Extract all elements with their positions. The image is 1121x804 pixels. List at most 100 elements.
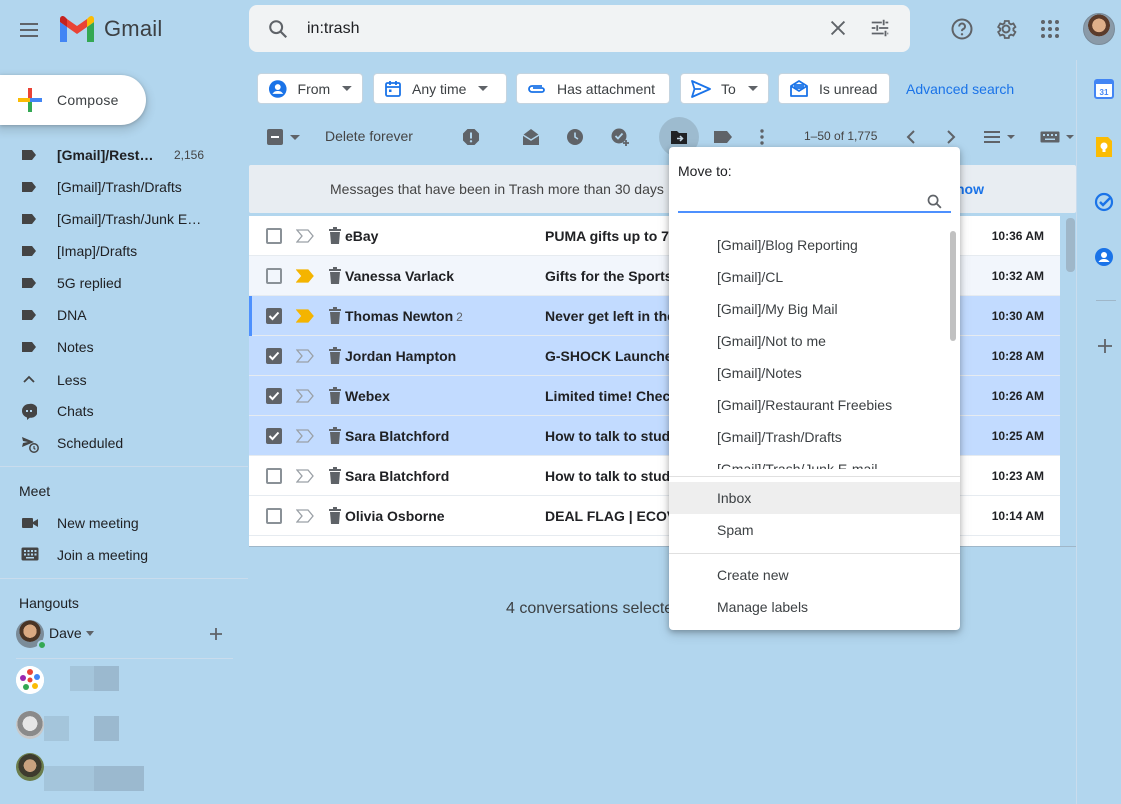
filter-any-time-chip[interactable]: Any time — [373, 73, 507, 104]
move-option-label[interactable]: [Gmail]/Trash/Junk E-mail — [717, 461, 878, 469]
hangouts-user-menu[interactable]: Dave — [49, 625, 94, 641]
hangouts-contact-avatar[interactable] — [16, 666, 44, 694]
message-checkbox[interactable] — [266, 468, 282, 484]
move-to-search-input[interactable] — [678, 189, 918, 211]
message-checkbox[interactable] — [266, 388, 282, 404]
sidebar-less-toggle[interactable]: Less — [0, 364, 240, 396]
filter-is-unread-chip[interactable]: Is unread — [778, 73, 890, 104]
move-option-label[interactable]: [Gmail]/Blog Reporting — [717, 237, 858, 253]
delete-forever-button[interactable]: Delete forever — [325, 128, 413, 144]
search-options-icon[interactable] — [869, 17, 891, 39]
sidebar-label-imap-drafts[interactable]: [Imap]/Drafts — [0, 235, 240, 267]
input-tools-toggle[interactable] — [1040, 131, 1074, 143]
google-contacts-icon[interactable] — [1094, 247, 1114, 267]
importance-marker-icon[interactable] — [296, 269, 314, 283]
gmail-logo[interactable]: Gmail — [58, 14, 162, 44]
report-spam-icon[interactable] — [462, 128, 480, 146]
chevron-down-icon — [478, 86, 489, 91]
sidebar-item-label: Notes — [57, 339, 94, 355]
importance-marker-icon[interactable] — [296, 469, 314, 483]
get-addons-plus-icon[interactable] — [1097, 338, 1113, 354]
message-time: 10:32 AM — [991, 269, 1044, 283]
move-to-label-list[interactable]: [Gmail]/Blog Reporting [Gmail]/CL [Gmail]/… — [669, 229, 960, 469]
message-checkbox[interactable] — [266, 348, 282, 364]
empty-trash-now-link[interactable]: now — [956, 181, 984, 197]
search-icon[interactable] — [267, 18, 289, 40]
move-option-label[interactable]: [Gmail]/CL — [717, 269, 783, 285]
meet-new-meeting[interactable]: New meeting — [0, 507, 240, 539]
search-bar[interactable] — [249, 5, 910, 52]
message-checkbox[interactable] — [266, 508, 282, 524]
older-page-chevron-left-icon[interactable] — [906, 130, 916, 144]
message-sender: Vanessa Varlack — [345, 268, 454, 284]
hangouts-contact-avatar[interactable] — [16, 711, 44, 739]
move-option-label[interactable]: [Gmail]/Notes — [717, 365, 802, 381]
google-tasks-icon[interactable] — [1094, 192, 1114, 212]
sidebar-label-5g-replied[interactable]: 5G replied — [0, 267, 240, 299]
importance-marker-icon[interactable] — [296, 349, 314, 363]
sidebar-item-scheduled[interactable]: Scheduled — [0, 427, 240, 459]
sidebar-label-notes[interactable]: Notes — [0, 331, 240, 363]
create-new-label-option[interactable]: Create new — [717, 567, 789, 583]
select-all-checkbox[interactable] — [266, 128, 300, 146]
account-avatar[interactable] — [1083, 13, 1115, 45]
message-subject: How to talk to stude — [545, 468, 671, 484]
add-to-tasks-icon[interactable] — [610, 127, 630, 147]
snooze-clock-icon[interactable] — [566, 128, 584, 146]
gmail-m-icon — [60, 15, 94, 42]
importance-marker-icon[interactable] — [296, 509, 314, 523]
trash-icon — [328, 347, 342, 365]
gear-icon[interactable] — [994, 17, 1018, 41]
sidebar-label-trash-drafts[interactable]: [Gmail]/Trash/Drafts — [0, 171, 240, 203]
sidebar-item-chats[interactable]: Chats — [0, 395, 240, 427]
sidebar-item-label: Less — [57, 372, 87, 388]
google-keep-icon[interactable] — [1094, 136, 1114, 158]
calendar-icon — [385, 80, 401, 97]
clear-search-icon[interactable] — [827, 17, 849, 39]
hangouts-divider — [16, 658, 233, 659]
hangouts-contact-avatar[interactable] — [16, 753, 44, 781]
manage-labels-option[interactable]: Manage labels — [717, 599, 808, 615]
filter-to-chip[interactable]: To — [680, 73, 769, 104]
sidebar-label-dna[interactable]: DNA — [0, 299, 240, 331]
google-calendar-icon[interactable]: 31 — [1094, 79, 1114, 99]
chevron-down-icon — [1007, 135, 1015, 139]
more-options-icon[interactable] — [757, 128, 767, 146]
mark-as-read-icon[interactable] — [522, 128, 540, 146]
sidebar-item-label: New meeting — [57, 515, 139, 531]
hamburger-icon — [20, 23, 38, 37]
move-option-spam[interactable]: Spam — [717, 522, 754, 538]
move-option-label[interactable]: [Gmail]/Trash/Drafts — [717, 429, 842, 445]
search-input[interactable] — [307, 19, 787, 38]
move-option-label[interactable]: [Gmail]/Restaurant Freebies — [717, 397, 892, 413]
importance-marker-icon[interactable] — [296, 389, 314, 403]
move-option-label[interactable]: [Gmail]/My Big Mail — [717, 301, 838, 317]
advanced-search-link[interactable]: Advanced search — [906, 81, 1014, 97]
move-to-scrollbar[interactable] — [950, 231, 956, 341]
filter-from-chip[interactable]: From — [257, 73, 363, 104]
sidebar-label-restaurant-freebies[interactable]: [Gmail]/Restaurant Freebies 2,156 — [0, 139, 240, 171]
message-checkbox[interactable] — [266, 228, 282, 244]
importance-marker-icon[interactable] — [296, 429, 314, 443]
move-to-search-field[interactable] — [678, 189, 951, 213]
newer-page-chevron-right-icon[interactable] — [946, 130, 956, 144]
split-pane-toggle[interactable] — [983, 130, 1015, 144]
filter-has-attachment-chip[interactable]: Has attachment — [516, 73, 670, 104]
label-as-icon[interactable] — [713, 130, 733, 144]
new-conversation-plus-icon[interactable] — [208, 626, 224, 642]
message-checkbox[interactable] — [266, 428, 282, 444]
help-icon[interactable] — [950, 17, 974, 41]
main-menu-button[interactable] — [17, 18, 41, 42]
importance-marker-icon[interactable] — [296, 309, 314, 323]
message-list-scrollbar[interactable] — [1066, 218, 1075, 272]
move-option-label[interactable]: [Gmail]/Not to me — [717, 333, 826, 349]
message-checkbox[interactable] — [266, 308, 282, 324]
message-checkbox[interactable] — [266, 268, 282, 284]
move-option-inbox[interactable]: Inbox — [717, 490, 751, 506]
banner-text: Messages that have been in Trash more th… — [330, 181, 664, 197]
sidebar-label-trash-junk[interactable]: [Gmail]/Trash/Junk E-mail — [0, 203, 240, 235]
google-apps-icon[interactable] — [1038, 17, 1062, 41]
compose-button[interactable]: Compose — [0, 75, 146, 125]
importance-marker-icon[interactable] — [296, 229, 314, 243]
meet-join-meeting[interactable]: Join a meeting — [0, 539, 240, 571]
